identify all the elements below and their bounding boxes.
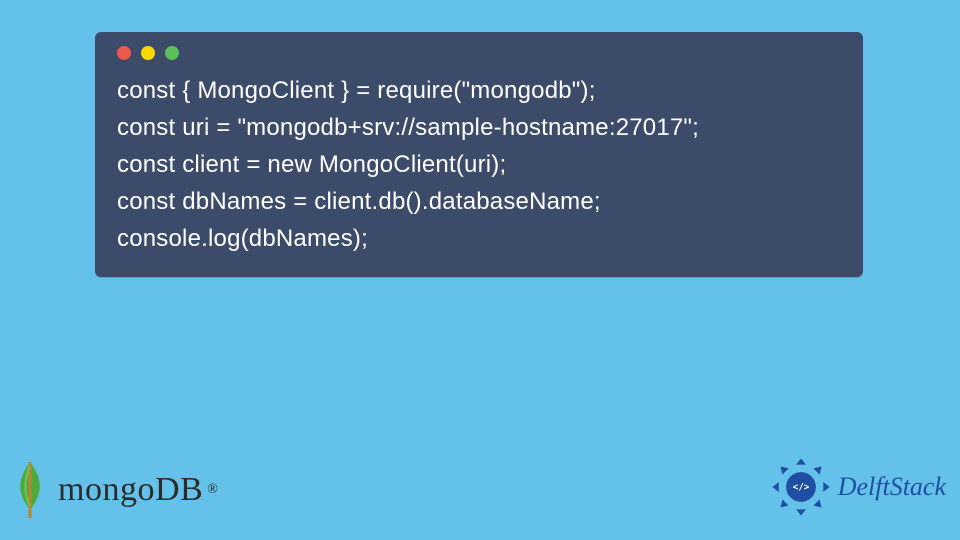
- svg-text:</>: </>: [792, 482, 809, 493]
- zoom-dot-icon: [165, 46, 179, 60]
- mongodb-logo: mongoDB ®: [10, 460, 218, 520]
- close-dot-icon: [117, 46, 131, 60]
- code-block: const { MongoClient } = require("mongodb…: [95, 64, 863, 277]
- delftstack-badge-icon: </>: [770, 456, 832, 518]
- window-traffic-lights: [95, 32, 863, 64]
- mongodb-leaf-icon: [10, 460, 50, 520]
- minimize-dot-icon: [141, 46, 155, 60]
- delftstack-logo: </> DelftStack: [770, 456, 946, 518]
- mongodb-registered-mark: ®: [207, 482, 218, 498]
- delftstack-wordmark: DelftStack: [838, 472, 946, 502]
- code-window: const { MongoClient } = require("mongodb…: [95, 32, 863, 277]
- mongodb-wordmark: mongoDB: [58, 471, 203, 509]
